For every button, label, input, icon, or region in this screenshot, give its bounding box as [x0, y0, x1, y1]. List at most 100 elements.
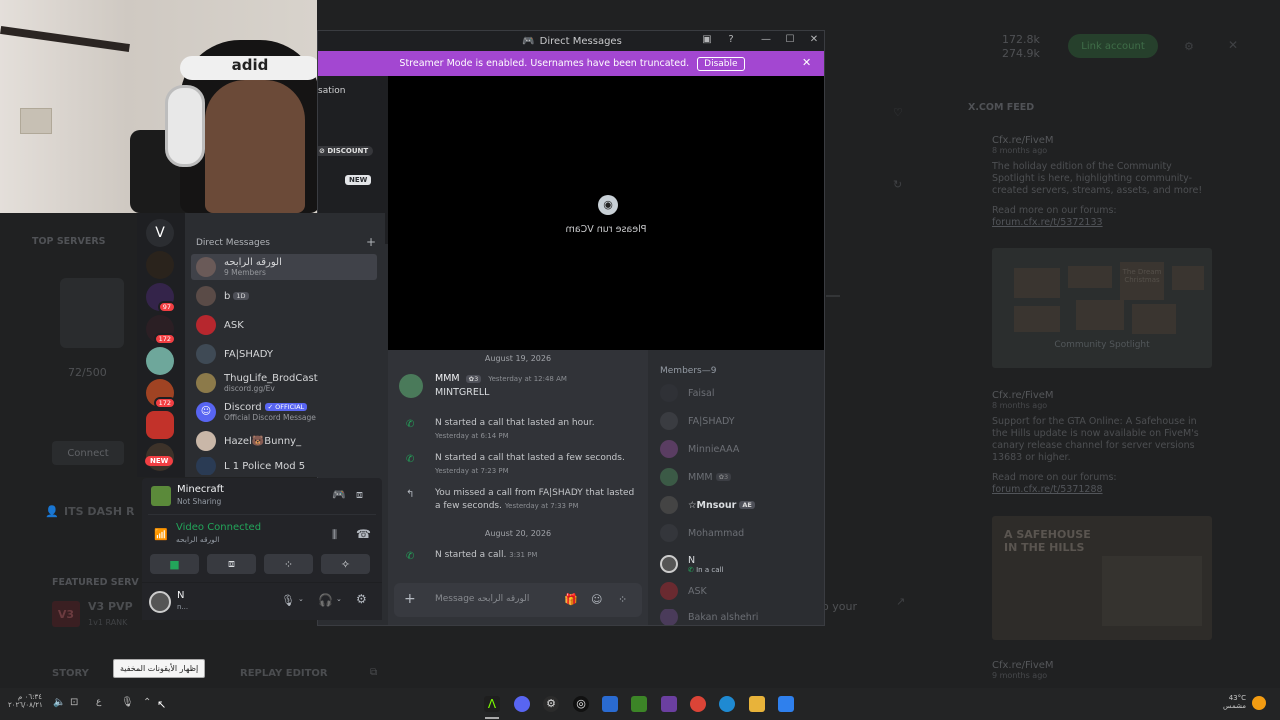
mic-chevron-icon[interactable]: ⌄ — [298, 595, 304, 603]
headphones-icon[interactable]: 🎧 — [318, 593, 333, 607]
dm-item[interactable]: L 1 Police Mod 5 — [191, 457, 377, 475]
server-icon[interactable]: 172 — [146, 379, 176, 409]
file-explorer-icon[interactable] — [749, 696, 765, 712]
chrome-app-icon[interactable] — [690, 696, 706, 712]
dm-name: ASK — [224, 319, 244, 331]
app-icon[interactable] — [661, 696, 677, 712]
user-settings-icon[interactable]: ⚙ — [356, 592, 367, 606]
user-avatar[interactable] — [149, 591, 171, 613]
connect-button[interactable]: Connect — [52, 441, 124, 465]
message-input[interactable]: Message الورقه الرابحه — [435, 594, 529, 604]
member-tag: AE — [739, 501, 755, 509]
dm-item[interactable]: FA|SHADY — [191, 341, 377, 367]
network-icon[interactable]: ⊡ — [70, 697, 78, 708]
member-item[interactable]: MMM ✿3 — [660, 467, 732, 487]
minecraft-app-icon[interactable] — [631, 696, 647, 712]
volume-icon[interactable]: 🔈 — [53, 697, 65, 708]
window-close-icon[interactable]: ✕ — [807, 34, 821, 45]
app-icon-launcher[interactable]: Λ — [484, 696, 500, 712]
feed-post-link[interactable]: forum.cfx.re/t/5371288 — [992, 484, 1212, 496]
server-icon[interactable] — [146, 411, 174, 439]
gamepad-icon[interactable]: 🎮 — [332, 488, 346, 501]
find-conversation-input[interactable]: sation — [318, 82, 382, 102]
camera-button[interactable]: ■ — [150, 554, 199, 574]
disable-streamer-button[interactable]: Disable — [697, 56, 745, 71]
settings-icon[interactable]: ⚙ — [1184, 40, 1194, 53]
external-link-icon[interactable]: ⧉ — [370, 667, 377, 678]
apps-icon[interactable]: ⁘ — [618, 593, 627, 606]
author-name[interactable]: MMM — [435, 373, 460, 384]
dm-item[interactable]: ASK — [191, 312, 377, 338]
message-input-box[interactable]: + Message الورقه الرابحه 🎁 ☺ ⁘ — [394, 583, 642, 617]
member-item[interactable]: ☆Mnsour AE — [660, 495, 755, 515]
mic-tray-icon[interactable]: 🎙 — [121, 697, 134, 708]
feed-post-link[interactable]: forum.cfx.re/t/5372133 — [992, 217, 1212, 229]
community-spotlight-image[interactable]: The Dream Christmas Community Spotlight — [992, 248, 1212, 368]
author-avatar[interactable] — [399, 374, 423, 398]
heart-icon[interactable]: ♡ — [893, 106, 903, 119]
member-item[interactable]: ASK — [660, 581, 707, 601]
dm-item[interactable]: Hazel🐻Bunny_ — [191, 428, 377, 454]
inbox-icon[interactable]: ▣ — [700, 34, 714, 45]
clock[interactable]: ٠٦:٣٤ م ٢٠٢٦/٠٨/٢١ — [8, 693, 43, 709]
close-icon[interactable]: ✕ — [1228, 38, 1238, 52]
weather-widget[interactable]: 43°C مشمس — [1210, 694, 1246, 710]
avatar — [196, 286, 216, 306]
member-item[interactable]: Faisal — [660, 383, 714, 403]
story-tab[interactable]: STORY — [52, 668, 89, 679]
microphone-icon[interactable]: 🎙 — [281, 594, 295, 607]
its-dash-label: ITS DASH R — [64, 505, 135, 518]
member-item[interactable]: N ✆ In a call — [660, 551, 723, 577]
member-item[interactable]: Mohammad — [660, 523, 744, 543]
server-icon[interactable]: 172 — [146, 315, 176, 345]
server-icon[interactable] — [146, 251, 174, 279]
settings-app-icon[interactable]: ⚙ — [543, 696, 559, 712]
voice-status[interactable]: Video Connected — [176, 522, 261, 533]
help-icon[interactable]: ? — [724, 34, 738, 45]
feed-heading: X.COM FEED — [968, 102, 1035, 113]
sun-icon — [1252, 696, 1266, 710]
create-dm-icon[interactable]: + — [366, 235, 376, 249]
member-item[interactable]: Bakan alshehri — [660, 609, 758, 625]
link-account-button[interactable]: Link account — [1068, 34, 1158, 58]
soundboard-button[interactable]: ✧ — [321, 554, 370, 574]
minimize-icon[interactable]: — — [759, 34, 773, 45]
dm-item-group[interactable]: الورقه الرابحه 9 Members — [191, 254, 377, 280]
attach-plus-icon[interactable]: + — [404, 591, 416, 607]
safehouse-image[interactable]: A SAFEHOUSE IN THE HILLS — [992, 516, 1212, 640]
avatar — [196, 315, 216, 335]
steam-app-icon[interactable]: ◎ — [573, 696, 589, 712]
banner-close-icon[interactable]: ✕ — [802, 56, 811, 69]
show-hidden-icon[interactable]: ⌃ — [143, 697, 151, 708]
message-time: Yesterday at 12:48 AM — [488, 375, 567, 383]
store-app-icon[interactable] — [602, 696, 618, 712]
voice-user-panel: Minecraft Not Sharing 🎮 ⧈ 📶 Video Connec… — [142, 478, 382, 620]
video-stage: ◉ Please run VCam — [388, 76, 824, 350]
dm-item-discord[interactable]: ☺ Discord ✓ OFFICIAL Official Discord Mess… — [191, 399, 377, 425]
avatar — [660, 555, 678, 573]
refresh-icon[interactable]: ↻ — [893, 178, 902, 191]
members-header: Members—9 — [660, 366, 717, 376]
maximize-icon[interactable]: ☐ — [783, 34, 797, 45]
headphones-chevron-icon[interactable]: ⌄ — [336, 595, 342, 603]
member-item[interactable]: FA|SHADY — [660, 411, 735, 431]
member-item[interactable]: MinnieAAA — [660, 439, 739, 459]
user-area: N n... 🎙 ⌄ 🎧 ⌄ ⚙ — [142, 582, 382, 620]
windows-start-icon[interactable] — [778, 696, 794, 712]
gift-icon[interactable]: 🎁 — [564, 593, 578, 606]
dm-item[interactable]: ThugLife_BrodCast discord.gg/Ev — [191, 370, 377, 396]
language-icon[interactable]: ع — [96, 697, 101, 707]
emoji-icon[interactable]: ☺ — [591, 593, 602, 606]
noise-suppression-icon[interactable]: ⫼ — [332, 528, 337, 542]
screen-share-button[interactable]: ⧈ — [207, 554, 256, 574]
server-icon[interactable] — [146, 347, 174, 375]
activities-button[interactable]: ⁘ — [264, 554, 313, 574]
screen-share-icon[interactable]: ⧈ — [356, 488, 363, 502]
edge-app-icon[interactable] — [719, 696, 735, 712]
discord-app-icon[interactable] — [514, 696, 530, 712]
disconnect-icon[interactable]: ☎ — [356, 527, 371, 541]
server-icon[interactable]: 97 — [146, 283, 176, 313]
server-icon-v[interactable]: V — [146, 219, 174, 247]
dm-item[interactable]: b 1D — [191, 283, 377, 309]
replay-editor-tab[interactable]: REPLAY EDITOR — [240, 668, 328, 679]
